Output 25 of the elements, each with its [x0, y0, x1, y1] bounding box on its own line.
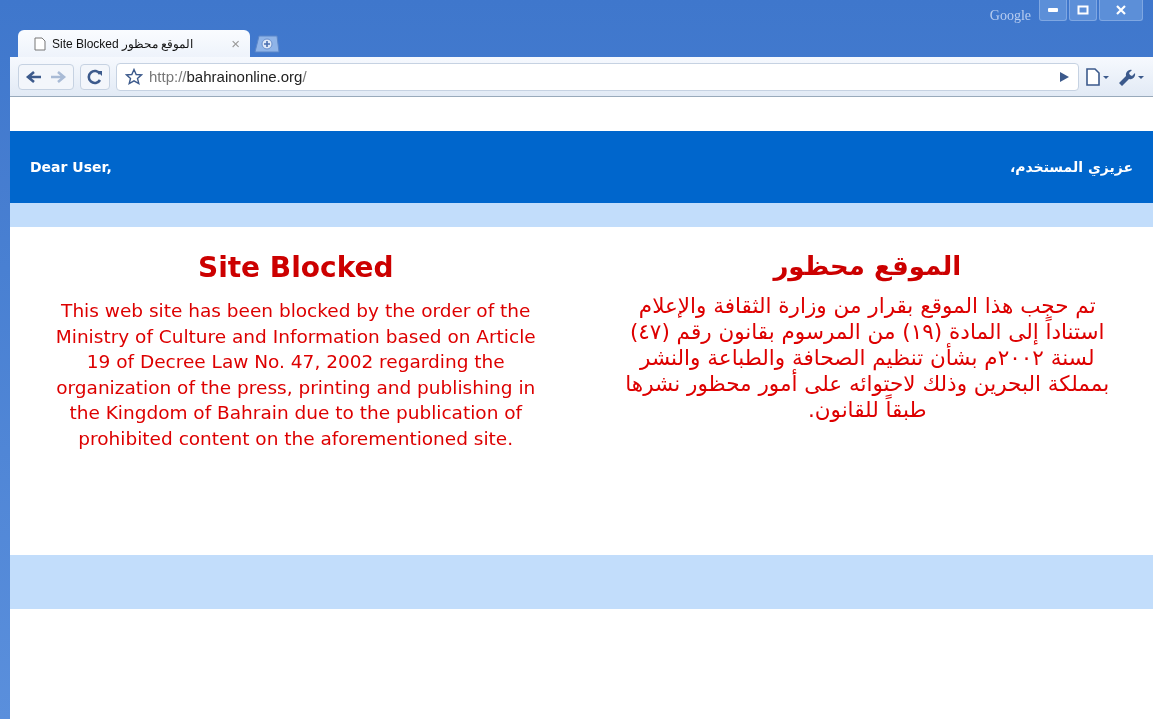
star-icon[interactable]	[125, 67, 143, 86]
maximize-icon	[1077, 5, 1089, 15]
url-text: http://bahrainonline.org/	[149, 68, 308, 85]
notice-text: This web site has been blocked by the order of the Ministry of Culture and Information based on Article 19 of Decree Law No. 47, 2002 regarding the organization of the press, printing and publishing in the Kingdom of Bahrain due to the publication of prohibited content on the aforementioned site.	[54, 299, 537, 451]
brand-label: Google	[989, 8, 1031, 24]
page-menu-icon[interactable]	[1085, 67, 1111, 86]
notice-text: تم حجب هذا الموقع بقرار من وزارة الثقافة والإعلام استناداً إلى المادة (١٩) من المرسوم بقانون رقم (٤٧) لسنة ٢٠٠٢م بشأن تنظيم الصحافة والطباعة والنشر بمملكة البحرين وذلك لاحتوائه على أمور محظور نشرها طبقاً للقانون.	[624, 293, 1111, 423]
address-bar[interactable]: http://bahrainonline.org/	[116, 62, 1079, 91]
close-button[interactable]	[1099, 0, 1143, 21]
notice-title: Site Blocked	[197, 251, 394, 284]
maximize-button[interactable]	[1069, 0, 1097, 21]
reload-icon	[87, 68, 103, 85]
page-icon	[34, 36, 46, 51]
go-icon[interactable]	[1058, 70, 1070, 83]
new-tab-button[interactable]	[254, 35, 280, 53]
minimize-icon	[1047, 7, 1059, 13]
greeting: Dear User,	[30, 159, 112, 175]
close-icon	[1115, 5, 1127, 15]
greeting: عزيزي المستخدم،	[1009, 159, 1133, 175]
back-icon[interactable]	[25, 69, 43, 84]
reload-button[interactable]	[80, 63, 110, 90]
browser-tab[interactable]: Site Blocked الموقع محظور ×	[18, 30, 250, 57]
notice-title: الموقع محظور	[773, 251, 962, 281]
minimize-button[interactable]	[1039, 0, 1067, 21]
wrench-icon[interactable]	[1117, 67, 1145, 86]
